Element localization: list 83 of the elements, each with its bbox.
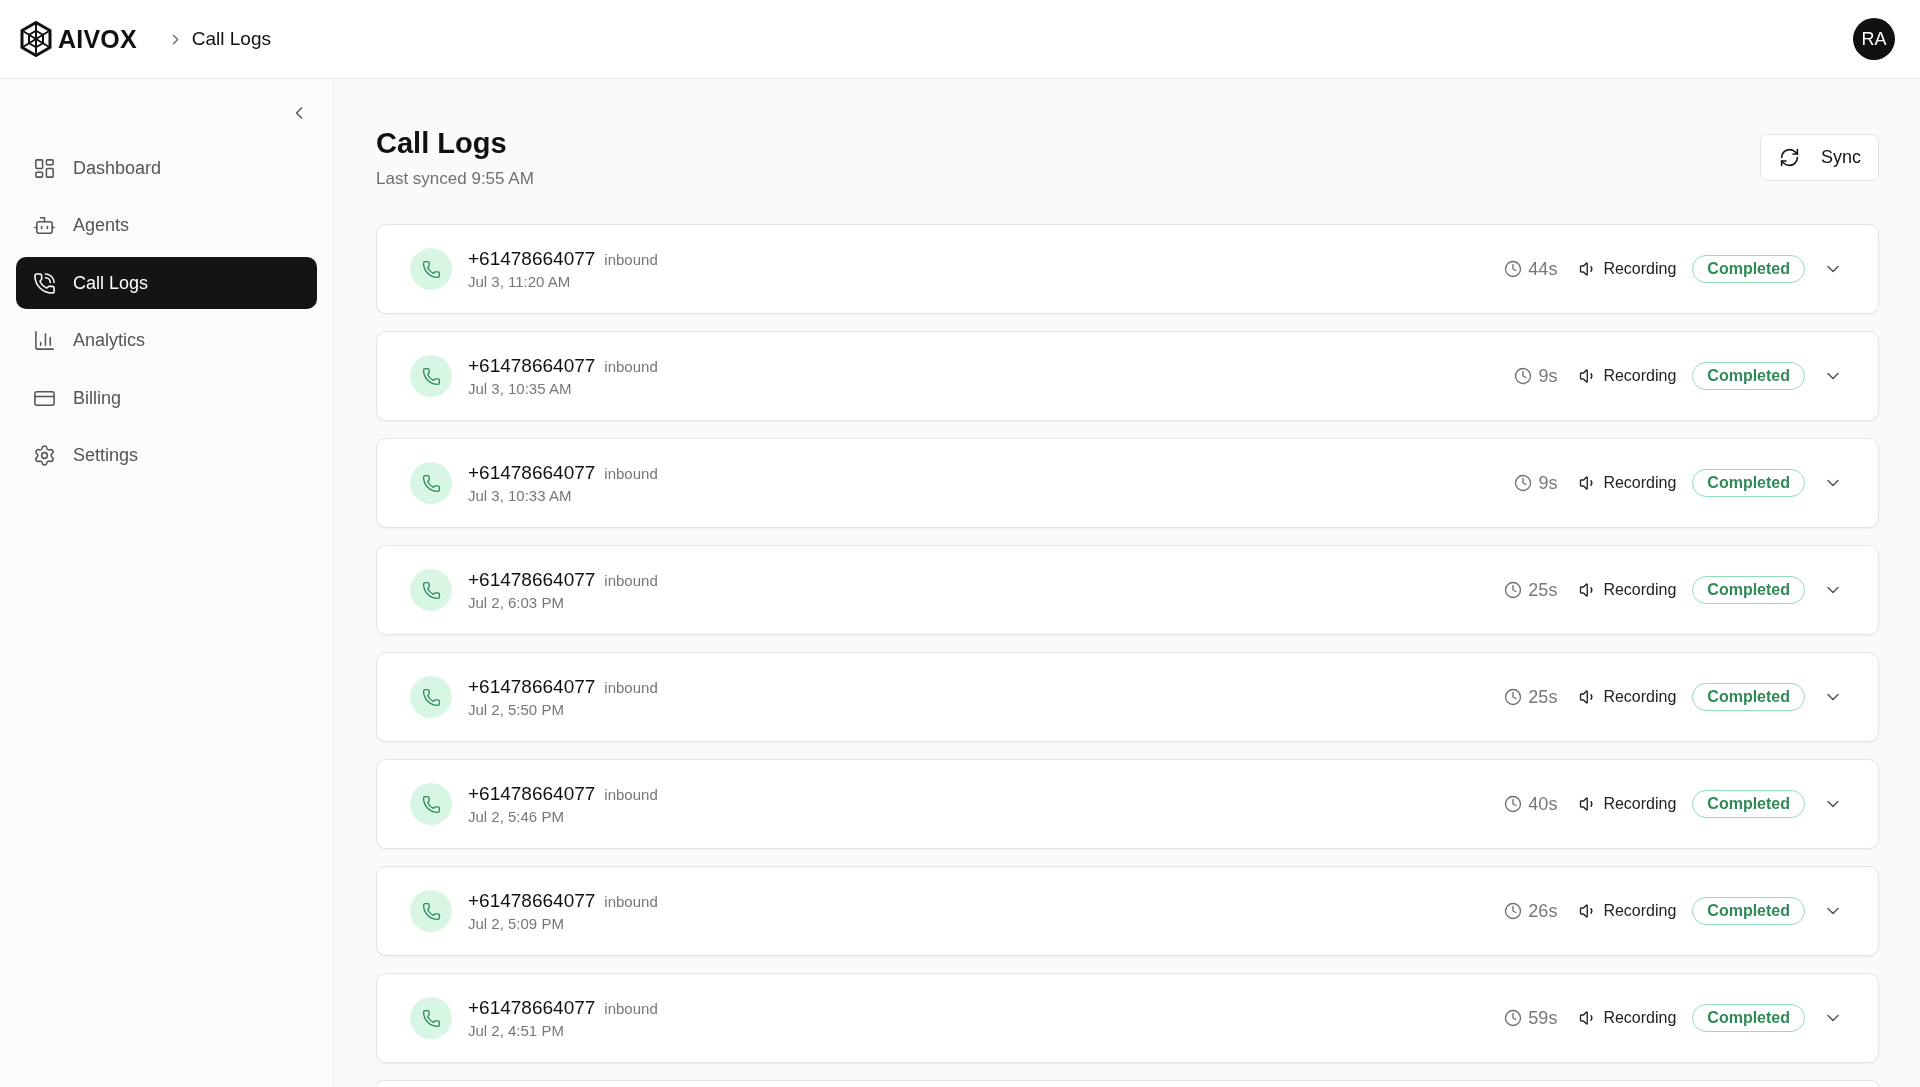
phone-icon	[410, 248, 452, 290]
recording-button[interactable]: Recording	[1579, 367, 1677, 385]
status-badge: Completed	[1692, 576, 1805, 604]
call-direction: inbound	[604, 1000, 658, 1017]
status-badge: Completed	[1692, 897, 1805, 925]
phone-icon	[410, 355, 452, 397]
status-badge: Completed	[1692, 1004, 1805, 1032]
sidebar-item[interactable]: Analytics	[16, 314, 317, 367]
clock-icon	[1504, 688, 1523, 706]
robot-icon	[33, 214, 56, 237]
sidebar-item[interactable]: Billing	[16, 372, 317, 424]
bar-chart-icon	[33, 329, 56, 352]
page-title: Call Logs	[376, 126, 508, 161]
sidebar-item[interactable]: Call Logs	[16, 257, 317, 309]
status-badge: Completed	[1692, 362, 1805, 390]
recording-button[interactable]: Recording	[1579, 688, 1677, 706]
call-direction: inbound	[604, 786, 658, 803]
sidebar-item[interactable]: Settings	[16, 429, 317, 482]
sync-button[interactable]: Sync	[1759, 134, 1879, 181]
call-duration: 59s	[1528, 1007, 1558, 1029]
recording-button[interactable]: Recording	[1579, 474, 1677, 492]
phone-call-icon	[33, 271, 56, 295]
clock-icon	[1504, 581, 1523, 599]
user-avatar[interactable]: RA	[1853, 18, 1895, 60]
call-direction: inbound	[604, 358, 658, 375]
phone-icon	[410, 676, 452, 718]
recording-button[interactable]: Recording	[1579, 260, 1677, 278]
call-duration: 9s	[1538, 365, 1558, 387]
call-direction: inbound	[604, 893, 658, 910]
phone-number: +61478664077	[468, 996, 596, 1019]
call-time: Jul 2, 5:50 PM	[468, 700, 565, 719]
call-time: Jul 2, 5:46 PM	[468, 807, 565, 826]
call-time: Jul 3, 10:35 AM	[468, 379, 573, 398]
phone-icon	[410, 462, 452, 504]
status-badge: Completed	[1692, 469, 1805, 497]
phone-icon	[410, 569, 452, 611]
sidebar-item[interactable]: Agents	[16, 199, 317, 252]
status-badge: Completed	[1692, 790, 1805, 818]
phone-number: +61478664077	[468, 782, 596, 805]
recording-button[interactable]: Recording	[1579, 1009, 1677, 1027]
phone-number: +61478664077	[468, 889, 596, 912]
refresh-icon	[1778, 147, 1800, 168]
phone-number: +61478664077	[468, 354, 596, 377]
recording-button[interactable]: Recording	[1579, 902, 1677, 920]
phone-icon	[410, 997, 452, 1039]
status-badge: Completed	[1692, 255, 1805, 283]
call-direction: inbound	[604, 465, 658, 482]
clock-icon	[1504, 902, 1523, 920]
logo-icon	[20, 21, 52, 57]
clock-icon	[1504, 260, 1523, 278]
clock-icon	[1504, 1009, 1523, 1027]
call-time: Jul 3, 10:33 AM	[468, 486, 573, 505]
call-direction: inbound	[604, 679, 658, 696]
call-direction: inbound	[604, 251, 658, 268]
dashboard-icon	[33, 156, 56, 180]
clock-icon	[1514, 367, 1533, 385]
clock-icon	[1514, 474, 1533, 492]
call-duration: 25s	[1528, 579, 1558, 601]
phone-icon	[410, 890, 452, 932]
recording-button[interactable]: Recording	[1579, 795, 1677, 813]
call-duration: 9s	[1538, 472, 1558, 494]
call-duration: 26s	[1528, 900, 1558, 922]
call-duration: 44s	[1528, 258, 1558, 280]
breadcrumb-item: Call Logs	[191, 28, 271, 50]
call-duration: 25s	[1528, 686, 1558, 708]
phone-number: +61478664077	[468, 675, 596, 698]
call-duration: 40s	[1528, 793, 1558, 815]
settings-icon	[33, 444, 56, 467]
phone-number: +61478664077	[468, 461, 596, 484]
call-time: Jul 2, 4:51 PM	[468, 1021, 565, 1040]
call-time: Jul 2, 6:03 PM	[468, 593, 565, 612]
phone-icon	[410, 783, 452, 825]
phone-number: +61478664077	[468, 568, 596, 591]
sidebar-item[interactable]: Dashboard	[16, 142, 317, 194]
clock-icon	[1504, 795, 1523, 813]
call-time: Jul 3, 11:20 AM	[468, 272, 572, 291]
phone-number: +61478664077	[468, 247, 596, 270]
call-direction: inbound	[604, 572, 658, 589]
call-time: Jul 2, 5:09 PM	[468, 914, 565, 933]
last-synced-text: Last synced 9:55 AM	[376, 168, 534, 190]
brand-name: AIVOX	[58, 24, 137, 54]
recording-button[interactable]: Recording	[1579, 581, 1677, 599]
status-badge: Completed	[1692, 683, 1805, 711]
